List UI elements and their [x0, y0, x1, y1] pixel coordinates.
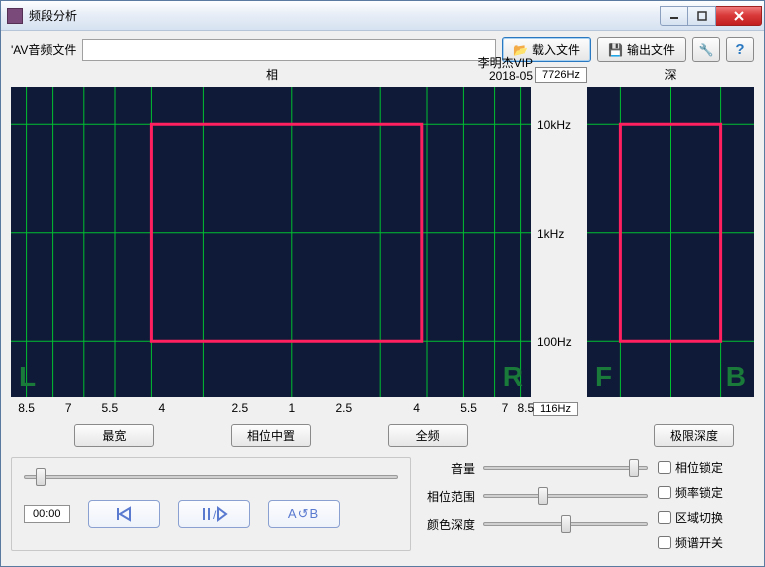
folder-open-icon: 📂 — [513, 43, 528, 57]
spectrum-switch-row[interactable]: 频谱开关 — [658, 534, 754, 551]
freq-lower-display: 116Hz — [533, 402, 578, 416]
color-depth-label: 颜色深度 — [421, 516, 475, 533]
volume-label: 音量 — [421, 460, 475, 477]
titlebar: 频段分析 — [1, 1, 764, 31]
wrench-icon: 🔧 — [699, 43, 714, 57]
phase-plot[interactable]: L R — [11, 87, 531, 397]
phase-x-tick: 7 — [65, 401, 72, 415]
phase-x-tick: 5.5 — [101, 401, 118, 415]
plots-row: L R 10kHz 1kHz 100Hz F B — [11, 87, 754, 397]
window-title: 频段分析 — [29, 7, 660, 24]
phase-x-tick: 7 — [502, 401, 509, 415]
plot-buttons-row: 最宽 相位中置 全频 极限深度 — [11, 420, 754, 447]
freq-tick-label: 100Hz — [537, 335, 572, 349]
spectrum-switch-label: 频谱开关 — [675, 534, 723, 551]
vip-date: 2018-05 — [478, 70, 533, 83]
watermark: 李明杰VIP 2018-05 — [478, 57, 533, 83]
spectrum-switch-checkbox[interactable] — [658, 536, 671, 549]
skip-back-button[interactable] — [88, 500, 160, 528]
full-band-button[interactable]: 全频 — [388, 424, 468, 447]
phase-x-axis: 8.5 7 5.5 4 2.5 1 2.5 4 5.5 7 8.5 — [11, 401, 531, 415]
color-depth-slider[interactable] — [483, 515, 648, 533]
phase-x-tick: 1 — [288, 401, 295, 415]
plot-header: 相 李明杰VIP 2018-05 7726Hz 深 — [11, 66, 754, 83]
channel-left-label: L — [19, 361, 36, 393]
freq-lock-label: 频率锁定 — [675, 484, 723, 501]
freq-tick-label: 1kHz — [537, 227, 564, 241]
checkbox-column: 相位锁定 频率锁定 区域切换 频谱开关 — [658, 457, 754, 551]
region-switch-row[interactable]: 区域切换 — [658, 509, 754, 526]
help-button[interactable]: ? — [726, 37, 754, 62]
phase-x-tick: 5.5 — [460, 401, 477, 415]
play-controls: 00:00 / A↺B — [24, 500, 398, 528]
app-icon — [7, 8, 23, 24]
bottom-controls: 00:00 / A↺B 音量 — [11, 457, 754, 551]
depth-plot[interactable]: F B — [587, 87, 754, 397]
depth-plot-title: 深 — [664, 68, 676, 82]
settings-button[interactable]: 🔧 — [692, 37, 720, 62]
under-plots-row: 8.5 7 5.5 4 2.5 1 2.5 4 5.5 7 8.5 116Hz — [11, 401, 754, 416]
svg-text:/: / — [213, 508, 217, 522]
file-row: 'AV音频文件 📂 载入文件 💾 输出文件 🔧 ? — [11, 37, 754, 62]
file-path-input[interactable] — [82, 39, 496, 61]
color-depth-row: 颜色深度 — [421, 515, 648, 533]
max-depth-button[interactable]: 极限深度 — [654, 424, 734, 447]
freq-upper-display: 7726Hz — [535, 67, 587, 83]
phase-x-tick: 4 — [158, 401, 165, 415]
phase-x-tick: 4 — [413, 401, 420, 415]
phase-lock-label: 相位锁定 — [675, 459, 723, 476]
phase-x-tick: 2.5 — [231, 401, 248, 415]
app-window: 频段分析 'AV音频文件 📂 载入文件 💾 输出文件 🔧 ? 相 — [0, 0, 765, 567]
help-icon: ? — [735, 41, 744, 58]
phase-center-button[interactable]: 相位中置 — [231, 424, 311, 447]
load-file-label: 载入文件 — [532, 41, 580, 58]
phase-range-label: 相位范围 — [421, 488, 475, 505]
volume-row: 音量 — [421, 459, 648, 477]
play-pause-button[interactable]: / — [178, 500, 250, 528]
sliders-column: 音量 相位范围 颜色深度 — [421, 457, 648, 551]
export-file-label: 输出文件 — [627, 41, 675, 58]
channel-front-label: F — [595, 361, 612, 393]
phase-lock-row[interactable]: 相位锁定 — [658, 459, 754, 476]
phase-range-slider[interactable] — [483, 487, 648, 505]
time-display: 00:00 — [24, 505, 70, 523]
maximize-button[interactable] — [688, 6, 716, 26]
position-slider[interactable] — [24, 468, 398, 486]
phase-lock-checkbox[interactable] — [658, 461, 671, 474]
phase-plot-title: 相 — [266, 68, 278, 82]
phase-range-row: 相位范围 — [421, 487, 648, 505]
playback-panel: 00:00 / A↺B — [11, 457, 411, 551]
loop-ab-icon: A↺B — [288, 506, 319, 522]
minimize-button[interactable] — [660, 6, 688, 26]
window-controls — [660, 6, 762, 26]
freq-tick-label: 10kHz — [537, 118, 571, 132]
save-icon: 💾 — [608, 43, 623, 57]
export-file-button[interactable]: 💾 输出文件 — [597, 37, 686, 62]
phase-x-tick: 2.5 — [335, 401, 352, 415]
phase-x-tick: 8.5 — [517, 401, 534, 415]
loop-ab-button[interactable]: A↺B — [268, 500, 340, 528]
volume-slider[interactable] — [483, 459, 648, 477]
channel-right-label: R — [503, 361, 523, 393]
freq-axis: 10kHz 1kHz 100Hz — [535, 87, 583, 397]
close-button[interactable] — [716, 6, 762, 26]
region-switch-checkbox[interactable] — [658, 511, 671, 524]
freq-lock-row[interactable]: 频率锁定 — [658, 484, 754, 501]
file-label: 'AV音频文件 — [11, 41, 76, 58]
freq-lock-checkbox[interactable] — [658, 486, 671, 499]
channel-back-label: B — [726, 361, 746, 393]
content-area: 'AV音频文件 📂 载入文件 💾 输出文件 🔧 ? 相 李明杰VIP 2018-… — [1, 31, 764, 566]
phase-x-tick: 8.5 — [18, 401, 35, 415]
region-switch-label: 区域切换 — [675, 509, 723, 526]
widest-button[interactable]: 最宽 — [74, 424, 154, 447]
